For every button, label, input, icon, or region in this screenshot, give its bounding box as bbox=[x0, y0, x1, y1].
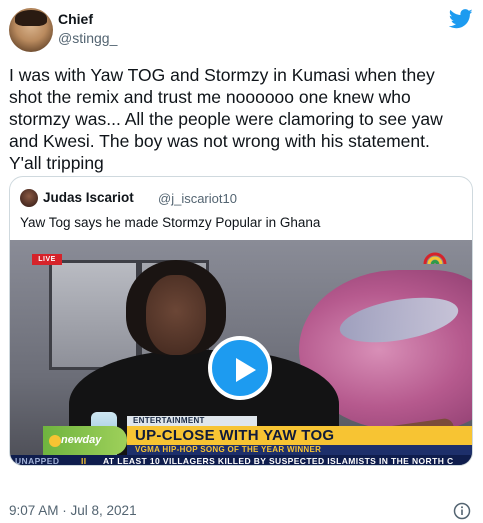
crawl-separator: II bbox=[81, 456, 87, 466]
section-label: ENTERTAINMENT bbox=[127, 416, 257, 426]
tweet-text: I was with Yaw TOG and Stormzy in Kumasi… bbox=[9, 65, 443, 173]
author-avatar[interactable] bbox=[9, 8, 53, 52]
tweet-card: Chief @stingg_ I was with Yaw TOG and St… bbox=[0, 0, 483, 523]
news-ticker: ENTERTAINMENT newday UP-CLOSE WITH YAW T… bbox=[10, 416, 472, 466]
quoted-author-avatar[interactable] bbox=[20, 189, 38, 207]
live-badge: LIVE bbox=[32, 254, 62, 265]
quoted-tweet[interactable]: Judas Iscariot @j_iscariot10 Yaw Tog say… bbox=[9, 176, 473, 466]
video-headline: UP-CLOSE WITH YAW TOG bbox=[127, 426, 472, 445]
tweet-timestamp[interactable]: 9:07 AM · Jul 8, 2021 bbox=[9, 503, 137, 518]
crawl-left-text: UNAPPED bbox=[15, 456, 60, 466]
video-presenter-face bbox=[146, 275, 206, 355]
quoted-author-handle[interactable]: @j_iscariot10 bbox=[158, 191, 237, 206]
info-icon[interactable] bbox=[453, 502, 471, 520]
author-name[interactable]: Chief bbox=[58, 11, 93, 27]
play-button[interactable] bbox=[208, 336, 272, 400]
video-player[interactable]: LIVE ENTERTAINMENT newday UP-CLOSE WITH … bbox=[10, 240, 472, 466]
author-handle[interactable]: @stingg_ bbox=[58, 30, 117, 46]
channel-logo-icon bbox=[423, 252, 447, 265]
quoted-tweet-text: Yaw Tog says he made Stormzy Popular in … bbox=[20, 215, 321, 230]
video-subheadline: VGMA HIP-HOP SONG OF THE YEAR WINNER bbox=[127, 445, 472, 455]
crawl-main-text: AT LEAST 10 VILLAGERS KILLED BY SUSPECTE… bbox=[103, 456, 454, 466]
twitter-bird-icon[interactable] bbox=[449, 9, 473, 29]
sun-icon bbox=[49, 435, 61, 447]
news-crawl: UNAPPED II AT LEAST 10 VILLAGERS KILLED … bbox=[10, 455, 472, 466]
play-icon bbox=[236, 358, 256, 382]
quoted-author-name[interactable]: Judas Iscariot bbox=[43, 190, 134, 205]
